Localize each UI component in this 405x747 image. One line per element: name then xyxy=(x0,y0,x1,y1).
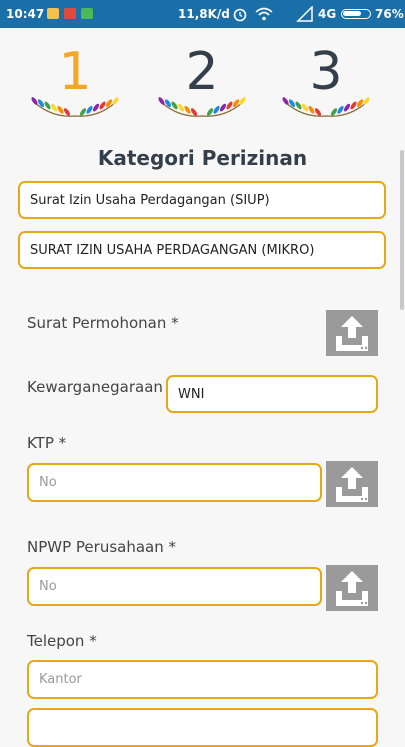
laurel-leaf xyxy=(99,101,106,110)
upload-icon xyxy=(336,571,368,606)
laurel-leaf xyxy=(343,103,351,112)
step-number-2: 2 xyxy=(185,42,219,102)
laurel-leaf xyxy=(37,99,45,108)
chat-app-icon xyxy=(81,8,93,19)
laurel-icon xyxy=(282,97,370,117)
laurel-leaf xyxy=(164,99,172,108)
ktp-upload-button[interactable] xyxy=(326,461,378,507)
laurel-leaf xyxy=(308,105,315,114)
scrollbar[interactable] xyxy=(400,150,404,310)
surat-permohonan-upload-button[interactable] xyxy=(326,310,378,356)
upload-icon xyxy=(336,316,368,351)
network-type: 4G xyxy=(318,7,337,21)
network-speed: 11,8K/d xyxy=(178,7,230,21)
laurel-leaf xyxy=(356,99,364,108)
laurel-leaf xyxy=(213,105,220,114)
step-3: 3 xyxy=(281,44,371,120)
step-1: 1 xyxy=(30,44,120,120)
laurel-leaf xyxy=(105,99,113,108)
category-select[interactable]: Surat Izin Usaha Perdagangan (SIUP) xyxy=(18,181,386,219)
step-number-1: 1 xyxy=(58,42,92,102)
laurel-leaf xyxy=(86,105,93,114)
laurel-leaf xyxy=(177,103,185,112)
laurel-leaf xyxy=(295,101,302,110)
wifi-icon xyxy=(255,7,273,21)
signal-icon xyxy=(296,6,313,22)
laurel-leaf xyxy=(44,101,51,110)
laurel-leaf xyxy=(288,99,296,108)
battery-icon xyxy=(341,9,371,19)
laurel-leaf xyxy=(226,101,233,110)
laurel-leaf xyxy=(301,103,309,112)
telepon-second-input[interactable] xyxy=(27,708,378,747)
laurel-leaf xyxy=(92,103,100,112)
laurel-leaf xyxy=(350,101,357,110)
step-2: 2 xyxy=(157,44,247,120)
laurel-leaf xyxy=(171,101,178,110)
upload-icon xyxy=(336,467,368,502)
laurel-leaf xyxy=(50,103,58,112)
status-bar: 10:47 11,8K/d 4G 76% xyxy=(0,0,405,28)
battery-level xyxy=(343,11,362,16)
npwp-upload-button[interactable] xyxy=(326,565,378,611)
ktp-label: KTP * xyxy=(27,434,67,452)
status-time: 10:47 xyxy=(6,7,45,21)
telepon-label: Telepon * xyxy=(27,632,97,650)
ktp-number-input[interactable]: No xyxy=(27,463,322,502)
subcategory-select[interactable]: SURAT IZIN USAHA PERDAGANGAN (MIKRO) xyxy=(18,231,386,269)
npwp-label: NPWP Perusahaan * xyxy=(27,538,176,556)
laurel-icon xyxy=(158,97,246,117)
step-number-3: 3 xyxy=(309,42,343,102)
surat-permohonan-label: Surat Permohonan * xyxy=(27,314,179,332)
laurel-leaf xyxy=(337,105,344,114)
telepon-kantor-input[interactable]: Kantor xyxy=(27,660,378,699)
laurel-leaf xyxy=(57,105,64,114)
gallery-icon xyxy=(47,8,59,19)
npwp-number-input[interactable]: No xyxy=(27,567,322,606)
laurel-icon xyxy=(31,97,119,117)
kewarganegaraan-label: Kewarganegaraan xyxy=(27,378,163,396)
kewarganegaraan-select[interactable]: WNI xyxy=(166,375,378,413)
gmail-icon xyxy=(64,8,76,19)
battery-percent: 76% xyxy=(375,7,404,21)
laurel-leaf xyxy=(219,103,227,112)
page-title: Kategori Perizinan xyxy=(97,146,308,170)
laurel-leaf xyxy=(184,105,191,114)
laurel-leaf xyxy=(232,99,240,108)
alarm-icon xyxy=(233,8,247,22)
